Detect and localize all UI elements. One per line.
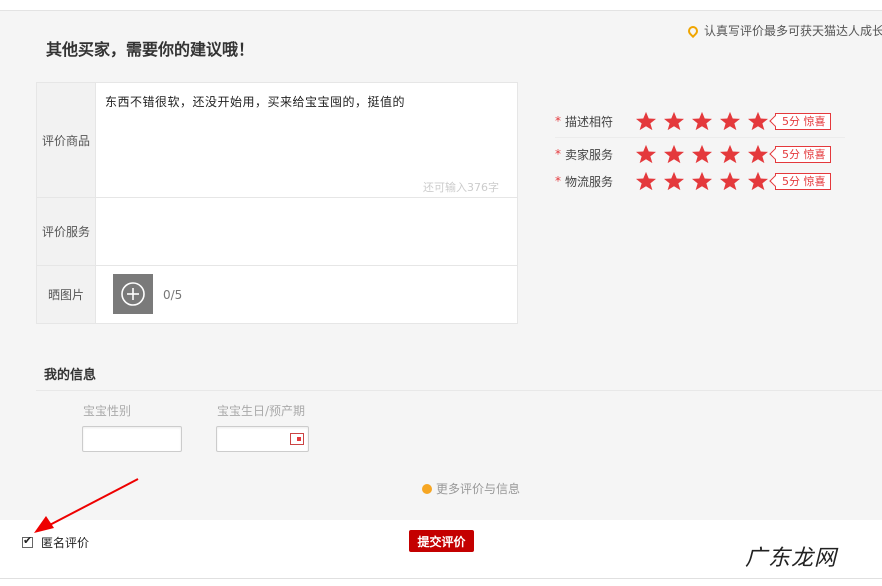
star-icon[interactable] [635,171,657,191]
star-icon[interactable] [719,111,741,131]
required-mark: * [555,147,561,161]
rating-label: 卖家服务 [565,147,614,162]
rating-label: 物流服务 [565,174,614,189]
photo-row: 晒图片 0/5 [37,266,517,323]
submit-review-button[interactable]: 提交评价 [409,530,474,552]
star-icon[interactable] [691,111,713,131]
my-info-title: 我的信息 [44,368,97,383]
rating-row-description: * 描述相符 5分 惊喜 [555,110,831,132]
star-icon[interactable] [635,144,657,164]
more-info-text: 更多评价与信息 [436,482,521,496]
anonymous-option[interactable]: 匿名评价 [22,534,89,551]
star-icon[interactable] [747,111,769,131]
ratings-divider [555,137,845,138]
star-rating[interactable] [635,144,769,164]
service-review-label: 评价服务 [37,198,96,265]
calendar-icon[interactable] [290,433,304,445]
rating-label: 描述相符 [565,114,614,129]
page-title: 其他买家，需要你的建议哦！ [46,40,255,59]
add-photo-button[interactable] [113,274,153,314]
growth-tip: 认真写评价最多可获天猫达人成长值 [685,22,882,39]
required-mark: * [555,174,561,188]
growth-tip-text: 认真写评价最多可获天猫达人成长值 [704,24,882,38]
anonymous-label: 匿名评价 [41,536,90,550]
review-form: 评价商品 东西不错很软，还没开始用，买来给宝宝囤的，挺值的 还可输入376字 评… [36,82,518,324]
anonymous-checkbox[interactable] [22,534,33,548]
dot-icon [422,483,432,494]
star-icon[interactable] [635,111,657,131]
required-mark: * [555,114,561,128]
photo-label: 晒图片 [37,266,96,323]
star-icon[interactable] [747,144,769,164]
rating-badge: 5分 惊喜 [775,172,831,190]
photo-count: 0/5 [163,288,183,302]
red-arrow-annotation [34,478,139,533]
my-info-divider [36,390,882,391]
bottom-divider [0,578,882,579]
baby-gender-input[interactable] [82,426,182,452]
star-icon[interactable] [719,144,741,164]
star-rating[interactable] [635,111,769,131]
rating-row-logistics: * 物流服务 5分 惊喜 [555,170,831,192]
more-info-link[interactable]: 更多评价与信息 [422,480,520,497]
star-icon[interactable] [747,171,769,191]
star-icon[interactable] [691,144,713,164]
rating-badge: 5分 惊喜 [775,112,831,130]
baby-gender-label: 宝宝性别 [83,404,132,418]
location-pin-icon [685,23,701,39]
star-rating[interactable] [635,171,769,191]
rating-badge: 5分 惊喜 [775,145,831,163]
baby-birthday-input[interactable] [216,426,309,452]
char-counter: 还可输入376字 [423,181,499,194]
product-review-label: 评价商品 [37,83,96,197]
service-review-row: 评价服务 [37,198,517,266]
star-icon[interactable] [663,111,685,131]
review-textarea[interactable]: 东西不错很软，还没开始用，买来给宝宝囤的，挺值的 [105,93,405,110]
star-icon[interactable] [691,171,713,191]
plus-circle-icon [121,282,145,306]
star-icon[interactable] [719,171,741,191]
product-review-row: 评价商品 东西不错很软，还没开始用，买来给宝宝囤的，挺值的 还可输入376字 [37,83,517,198]
star-icon[interactable] [663,144,685,164]
watermark: 广东龙网 [745,546,838,571]
rating-row-seller-service: * 卖家服务 5分 惊喜 [555,143,831,165]
star-icon[interactable] [663,171,685,191]
baby-birthday-label: 宝宝生日/预产期 [217,404,306,418]
